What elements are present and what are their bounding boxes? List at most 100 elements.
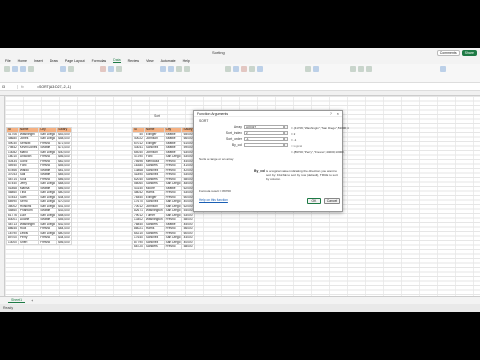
what-if-icon[interactable] [305, 66, 311, 72]
table-cell[interactable]: $55,000 [56, 217, 72, 223]
table-cell[interactable]: Fresno [163, 244, 183, 250]
subtotal-icon[interactable] [366, 66, 372, 72]
data-analysis-icon[interactable] [440, 66, 446, 72]
table-cell[interactable]: 17670 [132, 199, 145, 205]
table-cell[interactable]: 67440 [6, 181, 19, 187]
table-cell[interactable]: 40000 [181, 239, 195, 245]
table-cell[interactable]: 56000 [181, 226, 195, 232]
tab-page-layout[interactable]: Page Layout [65, 59, 85, 63]
table-cell[interactable]: 44000 [181, 235, 195, 241]
properties-icon[interactable] [68, 66, 74, 72]
table-cell[interactable]: $42,000 [56, 221, 72, 227]
table-cell[interactable]: San Diego [163, 208, 183, 214]
table-cell[interactable]: San Diego [38, 149, 58, 155]
share-button[interactable]: Share [461, 49, 477, 56]
table-cell[interactable]: San Diego [38, 136, 58, 142]
tab-home[interactable]: Home [18, 59, 27, 63]
table-cell[interactable]: $44,000 [56, 194, 72, 200]
table-cell[interactable]: 45860 [6, 208, 19, 214]
table-cell[interactable]: Sanders [143, 244, 165, 250]
from-web-icon[interactable] [20, 66, 26, 72]
table-cell[interactable]: $41,000 [56, 203, 72, 209]
table-cell[interactable]: $64,000 [56, 226, 72, 232]
add-sheet-icon[interactable]: + [31, 299, 33, 303]
table-cell[interactable]: 43140 [132, 185, 145, 191]
table-cell[interactable]: San Diego [38, 181, 58, 187]
table-cell[interactable]: Fresno [38, 239, 58, 245]
table-cell[interactable]: 48714 [6, 176, 19, 182]
table-cell[interactable]: San Diego [163, 181, 183, 187]
table-cell[interactable]: 86021 [132, 226, 145, 232]
table-cell[interactable]: 40022 [132, 136, 145, 142]
refresh-all-icon[interactable] [60, 66, 66, 72]
table-cell[interactable]: 18010 [6, 154, 19, 160]
table-cell[interactable]: 82671 [132, 208, 145, 214]
table-cell[interactable]: 47290 [132, 154, 145, 160]
table-cell[interactable]: San Diego [38, 203, 58, 209]
table-cell[interactable]: 68720 [132, 244, 145, 250]
table-cell[interactable]: $44,000 [56, 235, 72, 241]
sheet-tab[interactable]: Sheet1 [8, 298, 26, 303]
table-cell[interactable]: San Diego [163, 203, 183, 209]
table-cell[interactable]: 13868 [132, 167, 145, 173]
sort-icon[interactable] [168, 66, 174, 72]
table-cell[interactable]: 60000 [181, 230, 195, 236]
table-cell[interactable]: 79012 [132, 212, 145, 218]
tab-file[interactable]: File [5, 59, 11, 63]
tab-review[interactable]: Review [128, 59, 139, 63]
table-cell[interactable]: Washington [143, 217, 165, 223]
table-cell[interactable]: 13402 [132, 217, 145, 223]
table-cell[interactable]: 68990 [6, 199, 19, 205]
forecast-sheet-icon[interactable] [313, 66, 319, 72]
table-cell[interactable]: 17640 [132, 235, 145, 241]
table-cell[interactable]: Washington [143, 208, 165, 214]
cancel-button[interactable]: Cancel [324, 198, 340, 204]
table-cell[interactable]: $60,000 [56, 190, 72, 196]
range-select-icon[interactable] [284, 142, 288, 147]
table-cell[interactable]: $56,000 [56, 239, 72, 245]
table-cell[interactable]: 67012 [132, 140, 145, 146]
table-cell[interactable]: San Diego [163, 235, 183, 241]
table-cell[interactable]: San Diego [38, 131, 58, 137]
comments-button[interactable]: Comments [436, 49, 460, 56]
table-cell[interactable]: $65,000 [56, 172, 72, 178]
data-validation-icon[interactable] [249, 66, 255, 72]
table-cell[interactable]: 48042 [132, 190, 145, 196]
table-cell[interactable]: 41890 [132, 172, 145, 178]
get-data-icon[interactable] [4, 66, 10, 72]
ok-button[interactable]: OK [307, 198, 321, 204]
table-cell[interactable]: San Diego [38, 230, 58, 236]
text-to-columns-icon[interactable] [225, 66, 231, 72]
table-cell[interactable]: 49030 [6, 140, 19, 146]
stocks-icon[interactable] [100, 66, 106, 72]
help-link[interactable]: Help on this function [199, 198, 228, 202]
table-cell[interactable]: 56060 [132, 181, 145, 187]
table-cell[interactable]: $72,000 [56, 140, 72, 146]
table-cell[interactable]: $73,000 [56, 145, 72, 151]
range-select-icon[interactable] [284, 130, 288, 135]
tab-data[interactable]: Data [113, 58, 121, 63]
table-cell[interactable]: $66,000 [56, 176, 72, 182]
table-cell[interactable]: 53000 [181, 212, 195, 218]
table-cell[interactable]: 67866 [6, 167, 19, 173]
by-col-input[interactable] [244, 142, 284, 147]
table-cell[interactable]: San Diego [38, 190, 58, 196]
table-cell[interactable]: 13000 [6, 239, 19, 245]
table-cell[interactable]: San Diego [163, 212, 183, 218]
table-cell[interactable]: $58,000 [56, 136, 72, 142]
table-cell[interactable]: 64040 [132, 149, 145, 155]
table-cell[interactable]: 48713 [6, 221, 19, 227]
tab-insert[interactable]: Insert [34, 59, 43, 63]
table-cell[interactable]: 62040 [132, 176, 145, 182]
table-cell[interactable]: 40434 [6, 158, 19, 164]
formula-input[interactable]: =SORT(A3:D27,-2,-1) [34, 85, 71, 89]
table-cell[interactable]: San Diego [38, 221, 58, 227]
table-cell[interactable]: $40,000 [56, 149, 72, 155]
advanced-filter-icon[interactable] [184, 66, 190, 72]
help-icon[interactable]: ? [330, 111, 332, 117]
table-cell[interactable]: San Diego [163, 199, 183, 205]
table-cell[interactable]: 70012 [132, 203, 145, 209]
table-cell[interactable]: 41706 [6, 131, 19, 137]
table-cell[interactable]: San Diego [163, 154, 183, 160]
table-cell[interactable]: $58,000 [56, 212, 72, 218]
